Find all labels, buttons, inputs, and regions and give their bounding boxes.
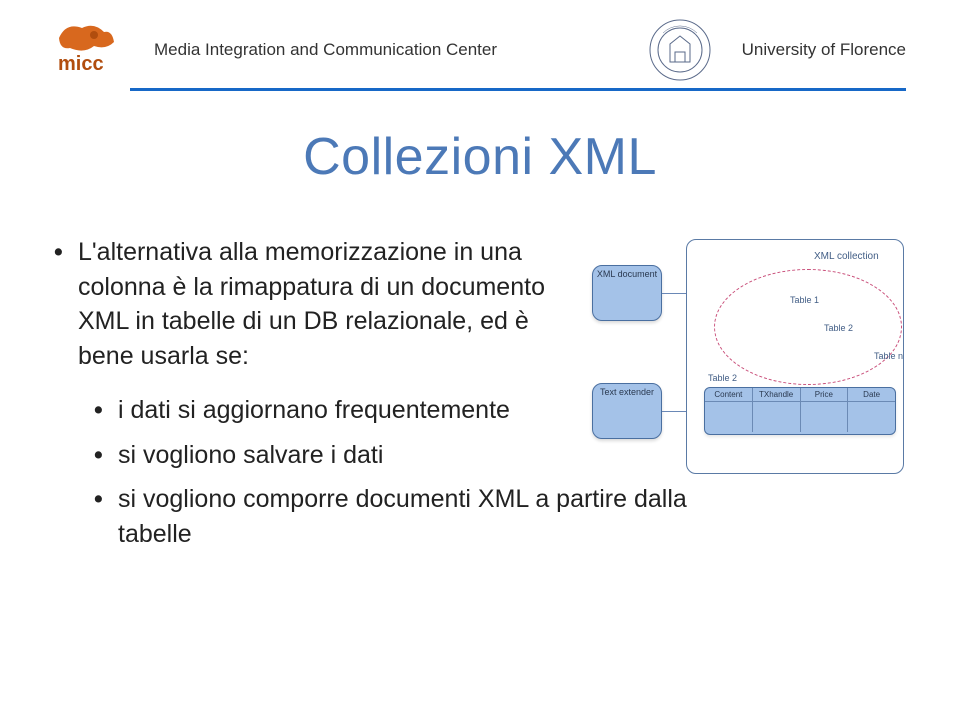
- bullet-sub-1: • i dati si aggiornano frequentemente: [94, 393, 560, 428]
- col-txhandle: TXhandle: [753, 388, 801, 401]
- svg-text:micc: micc: [58, 53, 104, 75]
- arrow-2: [662, 411, 686, 412]
- xml-document-box: XML document: [592, 265, 662, 321]
- col-date: Date: [848, 388, 895, 401]
- xml-collection-label: XML collection: [814, 251, 879, 262]
- bullet-main: • L'alternativa alla memorizzazione in u…: [54, 235, 560, 373]
- arrow-1: [662, 293, 686, 294]
- diagram: XML document Text extender XML collectio…: [586, 235, 906, 485]
- university-seal-icon: [648, 18, 712, 82]
- bullet-sub-3: • si vogliono comporre documenti XML a p…: [94, 482, 760, 551]
- text-column: • L'alternativa alla memorizzazione in u…: [54, 235, 560, 561]
- bullet-sub-2: • si vogliono salvare i dati: [94, 438, 560, 473]
- header: micc Media Integration and Communication…: [0, 0, 960, 82]
- tablen-label: Table n: [874, 351, 903, 361]
- table1-label: Table 1: [790, 295, 819, 305]
- slide-title: Collezioni XML: [0, 127, 960, 187]
- collection-ellipse: [714, 269, 902, 385]
- university-name: University of Florence: [742, 40, 906, 60]
- header-center-text: Media Integration and Communication Cent…: [154, 40, 497, 60]
- col-price: Price: [801, 388, 849, 401]
- table2a-label: Table 2: [824, 323, 853, 333]
- col-content: Content: [705, 388, 753, 401]
- grid-table: Content TXhandle Price Date: [704, 387, 896, 435]
- text-extender-box: Text extender: [592, 383, 662, 439]
- micc-logo: micc: [54, 20, 136, 80]
- table2b-label: Table 2: [708, 373, 737, 383]
- header-rule: [130, 88, 906, 91]
